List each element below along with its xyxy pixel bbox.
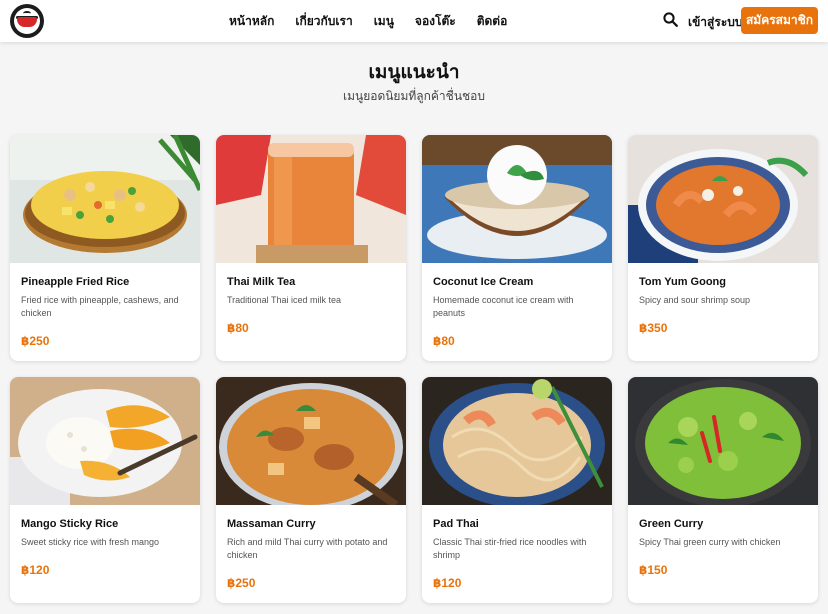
dish-description: Fried rice with pineapple, cashews, and … [21, 295, 179, 318]
search-icon[interactable] [663, 12, 678, 27]
menu-card-coconut-ice-cream[interactable]: Coconut Ice Cream Homemade coconut ice c… [422, 135, 612, 361]
dish-name: Pad Thai [433, 518, 479, 530]
dish-image [10, 135, 200, 263]
menu-card-thai-milk-tea[interactable]: Thai Milk Tea Traditional Thai iced milk… [216, 135, 406, 361]
dish-price: ฿80 [433, 334, 455, 348]
logo-bowl-icon[interactable] [10, 4, 44, 38]
dish-price: ฿250 [21, 334, 50, 348]
nav-link-about[interactable]: เกี่ยวกับเรา [295, 12, 352, 31]
section-subtitle: เมนูยอดนิยมที่ลูกค้าชื่นชอบ [342, 89, 485, 103]
dish-price: ฿250 [227, 576, 256, 590]
dish-description: Sweet sticky rice with fresh mango [21, 537, 160, 547]
dish-price: ฿350 [639, 321, 668, 335]
signup-button[interactable]: สมัครสมาชิก [741, 7, 818, 34]
dish-image [10, 377, 200, 505]
dish-name: Massaman Curry [227, 518, 316, 530]
dish-description: Classic Thai stir-fried rice noodles wit… [433, 537, 587, 560]
dish-name: Tom Yum Goong [639, 276, 726, 288]
dish-name: Pineapple Fried Rice [21, 276, 130, 288]
menu-card-green-curry[interactable]: Green Curry Spicy Thai green curry with … [628, 377, 818, 603]
nav-link-reservation[interactable]: จองโต๊ะ [415, 12, 456, 31]
menu-card-massaman-curry[interactable]: Massaman Curry Rich and mild Thai curry … [216, 377, 406, 603]
dish-name: Thai Milk Tea [227, 276, 296, 288]
dish-price: ฿80 [227, 321, 249, 335]
nav-link-contact[interactable]: ติดต่อ [477, 12, 508, 31]
dish-description: Spicy and sour shrimp soup [639, 295, 751, 305]
dish-image [628, 135, 818, 263]
dish-description: Homemade coconut ice cream with peanuts [433, 295, 574, 318]
dish-name: Coconut Ice Cream [433, 276, 534, 288]
dish-image [628, 377, 818, 505]
menu-card-mango-sticky-rice[interactable]: Mango Sticky Rice Sweet sticky rice with… [10, 377, 200, 603]
menu-card-pineapple-fried-rice[interactable]: Pineapple Fried Rice Fried rice with pin… [10, 135, 200, 361]
dish-image [216, 135, 406, 263]
nav-link-home[interactable]: หน้าหลัก [229, 12, 274, 31]
login-link[interactable]: เข้าสู่ระบบ [688, 13, 743, 32]
section-title: เมนูแนะนำ [368, 62, 460, 83]
dish-price: ฿120 [21, 563, 50, 577]
dish-description: Traditional Thai iced milk tea [227, 295, 342, 305]
dish-name: Mango Sticky Rice [21, 518, 119, 530]
nav-link-menu[interactable]: เมนู [374, 12, 394, 31]
dish-description: Rich and mild Thai curry with potato and… [227, 537, 388, 560]
menu-card-pad-thai[interactable]: Pad Thai Classic Thai stir-fried rice no… [422, 377, 612, 603]
menu-card-tom-yum-goong[interactable]: Tom Yum Goong Spicy and sour shrimp soup… [628, 135, 818, 361]
dish-name: Green Curry [639, 518, 704, 530]
dish-description: Spicy Thai green curry with chicken [639, 537, 781, 547]
dish-image [422, 135, 612, 263]
dish-price: ฿150 [639, 563, 668, 577]
main-nav: หน้าหลัก เกี่ยวกับเรา เมนู จองโต๊ะ ติดต่… [229, 0, 528, 42]
dish-price: ฿120 [433, 576, 462, 590]
dish-image [422, 377, 612, 505]
navbar: หน้าหลัก เกี่ยวกับเรา เมนู จองโต๊ะ ติดต่… [0, 0, 828, 42]
dish-image [216, 377, 406, 505]
